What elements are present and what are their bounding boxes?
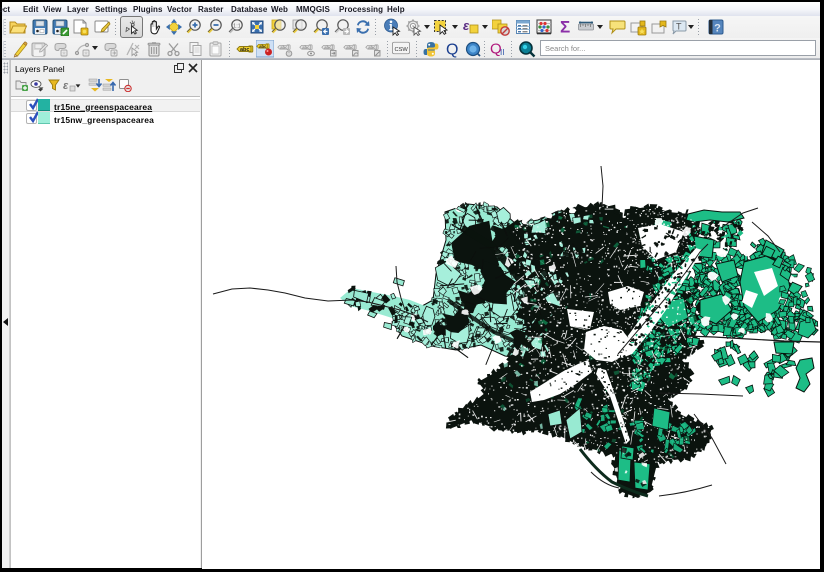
svg-text:?: ?	[714, 23, 721, 35]
svg-text:ε: ε	[463, 18, 470, 33]
svg-text:abc: abc	[368, 45, 376, 50]
svg-text:Q: Q	[446, 42, 458, 59]
svg-text:abc: abc	[240, 47, 249, 53]
svg-text:II: II	[500, 48, 504, 57]
svg-text:abc: abc	[346, 45, 354, 50]
svg-text:abc: abc	[280, 45, 288, 50]
svg-text:1:1: 1:1	[233, 24, 241, 30]
svg-text:CSW: CSW	[394, 47, 408, 53]
svg-text:abc: abc	[324, 45, 332, 50]
svg-text:abc: abc	[259, 44, 267, 49]
svg-text:Σ: Σ	[560, 18, 570, 36]
svg-text:ε: ε	[63, 80, 69, 92]
svg-text:abc: abc	[302, 45, 310, 50]
svg-text:T: T	[676, 22, 682, 32]
